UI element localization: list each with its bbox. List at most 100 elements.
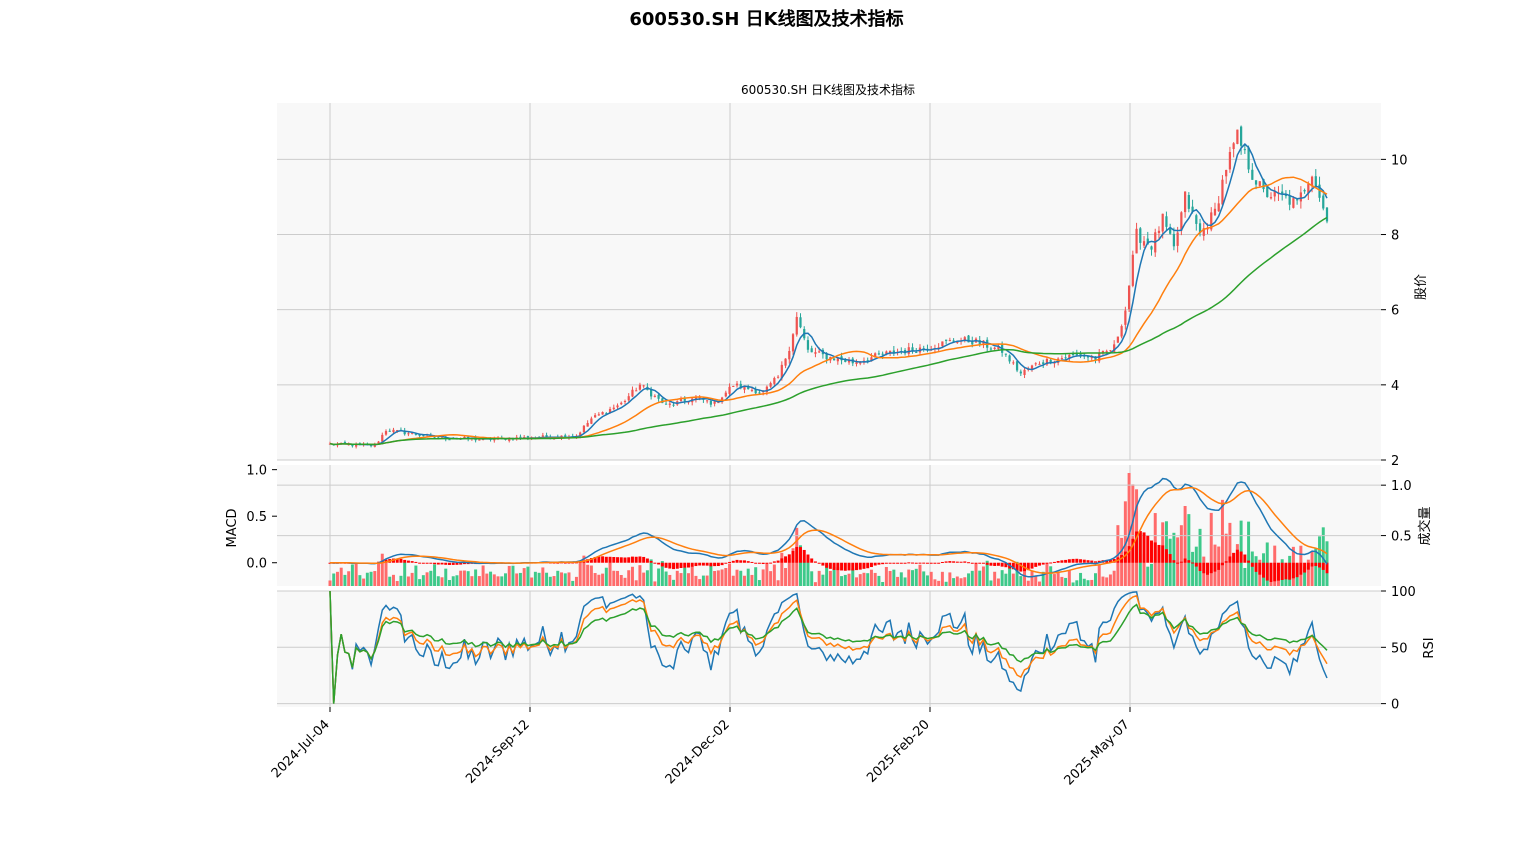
volume-bar [1030, 570, 1034, 586]
candle-body [1325, 207, 1329, 222]
candle-body [635, 390, 638, 392]
volume-bar [847, 573, 851, 586]
volume-bar [459, 570, 463, 586]
macd-hist-bar [1325, 562, 1329, 574]
volume-bar [664, 571, 668, 586]
volume-bar [981, 566, 985, 586]
macd-hist-bar [1310, 562, 1314, 567]
candle-body [1288, 195, 1291, 205]
macd-hist-bar [1082, 559, 1086, 563]
volume-bar [1187, 514, 1191, 586]
volume-bar [963, 577, 967, 586]
macd-hist-bar [825, 562, 829, 568]
candle-body [1015, 361, 1019, 371]
volume-bar [810, 571, 814, 586]
volume-bar [1179, 525, 1183, 586]
candle-body [881, 353, 884, 355]
volume-bar [1224, 533, 1228, 586]
macd-hist-bar [1052, 561, 1056, 563]
candle-body [941, 341, 944, 347]
macd-hist-bar [855, 562, 858, 571]
volume-bar [541, 567, 545, 586]
stock-chart: 600530.SH 日K线图及技术指标 股价 成交量 MACD RSI 2 4 6 8… [225, 82, 1437, 788]
candle-body [1042, 362, 1045, 365]
macd-hist-bar [1232, 552, 1236, 563]
macd-hist-bar [414, 561, 418, 563]
volume-bar [1146, 566, 1150, 586]
volume-bar [873, 572, 877, 586]
volume-bar [474, 569, 478, 586]
volume-bar [780, 552, 784, 586]
volume-bar [1052, 574, 1056, 586]
volume-bar [332, 573, 336, 586]
macd-hist-bar [944, 561, 948, 563]
candle-body [806, 340, 810, 350]
volume-bar [560, 572, 564, 586]
volume-bar [638, 565, 642, 586]
macd-hist-bar [996, 562, 1000, 566]
candle-body [706, 400, 709, 402]
volume-bar [586, 564, 590, 586]
macd-hist-bar [1303, 562, 1307, 573]
macd-hist-bar [769, 562, 773, 564]
macd-hist-bar [1318, 562, 1322, 568]
candle-body [1195, 215, 1198, 224]
volume-bar [862, 572, 866, 586]
volume-bar [388, 576, 392, 586]
macd-hist-bar [604, 556, 608, 563]
candle-body [915, 351, 918, 353]
macd-hist-bar [1191, 562, 1195, 564]
macd-hist-bar [1284, 562, 1288, 580]
macd-hist-bar [1258, 562, 1262, 575]
macd-hist-bar [418, 562, 422, 564]
volume-bar [1034, 576, 1038, 586]
macd-hist-bar [1220, 562, 1224, 566]
candle-body [1322, 195, 1325, 209]
volume-bar [406, 576, 410, 586]
candle-body [907, 347, 910, 354]
macd-hist-bar [1228, 556, 1232, 563]
volume-bar [742, 575, 746, 586]
volume-bar [369, 571, 373, 586]
volume-bar [896, 576, 900, 586]
macd-hist-bar [832, 562, 836, 570]
macd-hist-bar [1179, 561, 1183, 563]
volume-bar [933, 579, 937, 586]
volume-bar [343, 574, 347, 586]
volume-bar [821, 574, 825, 586]
volume-bar [993, 571, 997, 586]
macd-hist-bar [735, 559, 739, 563]
candle-body [1161, 213, 1164, 232]
candle-body [791, 334, 795, 352]
macd-hist-bar [686, 562, 690, 568]
macd-hist-bar [1064, 559, 1068, 563]
volume-bar [537, 572, 541, 586]
volume-bar [686, 573, 690, 586]
volume-bar [705, 575, 709, 586]
macd-hist-bar [1291, 562, 1295, 579]
macd-hist-bar [757, 562, 761, 564]
candle-body [448, 439, 451, 441]
macd-hist-bar [937, 562, 941, 564]
candle-body [1038, 363, 1041, 365]
candle-body [1139, 228, 1142, 243]
candle-body [642, 385, 645, 387]
volume-bar [619, 575, 623, 586]
volume-bar [335, 571, 339, 586]
candle-body [877, 353, 881, 355]
candle-body [1150, 246, 1153, 250]
candle-body [1124, 310, 1127, 325]
candle-body [586, 422, 589, 427]
volume-bar [974, 563, 978, 586]
volume-bar [489, 571, 493, 586]
macd-hist-bar [952, 561, 956, 563]
macd-hist-bar [406, 560, 410, 563]
volume-bar [918, 564, 922, 586]
candle-body [1131, 254, 1134, 286]
candle-body [381, 434, 384, 442]
candle-body [594, 415, 597, 418]
macd-hist-bar [858, 562, 862, 570]
candle-body [668, 403, 671, 405]
volume-bar [403, 562, 407, 586]
volume-bar [350, 564, 354, 586]
